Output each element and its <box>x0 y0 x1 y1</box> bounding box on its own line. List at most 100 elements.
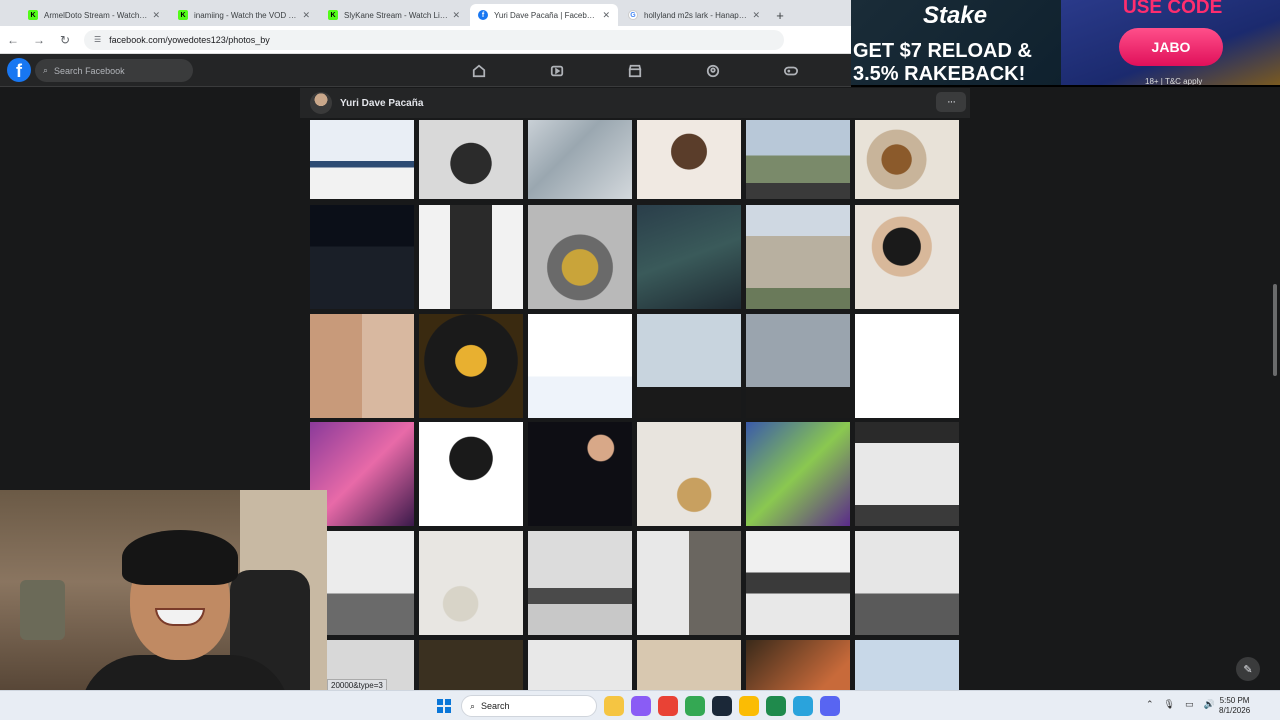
kick-icon: K <box>328 10 338 20</box>
scrollbar-thumb[interactable] <box>1273 284 1277 376</box>
photo-thumbnail[interactable] <box>528 422 632 526</box>
photo-thumbnail[interactable] <box>746 120 850 199</box>
clock-date: 8/1/2026 <box>1219 706 1251 715</box>
photo-thumbnail[interactable] <box>855 120 959 199</box>
chrome-icon[interactable] <box>685 696 705 716</box>
steam-icon[interactable] <box>712 696 732 716</box>
close-icon[interactable]: ✕ <box>152 10 160 21</box>
photo-thumbnail[interactable] <box>637 531 741 635</box>
search-placeholder: Search Facebook <box>54 65 125 76</box>
clock[interactable]: 5:50 PM 8/1/2026 <box>1219 696 1250 716</box>
network-icon[interactable]: ▭ <box>1185 699 1194 710</box>
address-bar-row: ← → ↻ ☰ facebook.com/yowedotes123/photos… <box>0 26 851 54</box>
browser-tab[interactable]: Ghollyland m2s lark - Hanapin sa ✕ <box>620 4 768 26</box>
browser-tab[interactable]: K ArmelDoto Stream - Watch Liv ✕ <box>20 4 168 26</box>
copilot-icon[interactable] <box>631 696 651 716</box>
photo-thumbnail[interactable] <box>419 531 523 635</box>
reload-icon[interactable]: ↻ <box>58 33 72 47</box>
groups-icon[interactable] <box>674 54 752 87</box>
ad-code-button[interactable]: JABO <box>1119 28 1223 66</box>
search-icon: ⌕ <box>470 700 476 711</box>
photo-thumbnail[interactable] <box>310 120 414 199</box>
site-info-icon[interactable]: ☰ <box>94 35 101 44</box>
app-icon[interactable] <box>766 696 786 716</box>
photo-thumbnail[interactable] <box>746 640 850 690</box>
taskbar-search[interactable]: ⌕ Search <box>461 695 597 717</box>
photo-thumbnail[interactable] <box>746 205 850 309</box>
close-icon[interactable]: ✕ <box>452 10 460 21</box>
ad-terms: 18+ | T&C apply <box>1145 77 1203 85</box>
photo-thumbnail[interactable] <box>528 314 632 418</box>
windows-taskbar: ⌕ Search ⌃ 🎙 ▭ 🔊 5:50 PM 8/1/2026 <box>0 690 1280 720</box>
facebook-icon: f <box>478 10 488 20</box>
avatar[interactable] <box>310 92 332 114</box>
url-text: facebook.com/yowedotes123/photos_by <box>109 34 270 45</box>
photo-thumbnail[interactable] <box>637 314 741 418</box>
photo-thumbnail[interactable] <box>528 531 632 635</box>
photo-thumbnail[interactable] <box>637 640 741 690</box>
photo-thumbnail[interactable] <box>855 205 959 309</box>
home-icon[interactable] <box>440 54 518 87</box>
photo-thumbnail[interactable] <box>310 314 414 418</box>
photo-thumbnail[interactable] <box>528 205 632 309</box>
back-icon[interactable]: ← <box>6 33 20 47</box>
photo-thumbnail[interactable] <box>419 640 523 690</box>
clock-time: 5:50 PM <box>1219 696 1250 705</box>
photo-grid <box>310 120 960 690</box>
tab-title: inamiing - Watch the VOD on K <box>194 10 299 20</box>
photo-thumbnail[interactable] <box>419 205 523 309</box>
stake-ad-banner[interactable]: Stake GET $7 RELOAD & 3.5% RAKEBACK! USE… <box>851 0 1280 85</box>
photo-thumbnail[interactable] <box>855 422 959 526</box>
browser-tab-strip: K ArmelDoto Stream - Watch Liv ✕ Kinamiing … <box>0 0 851 26</box>
chevron-up-icon[interactable]: ⌃ <box>1146 699 1154 710</box>
start-icon[interactable] <box>437 699 451 713</box>
photo-thumbnail[interactable] <box>419 422 523 526</box>
chrome-icon[interactable] <box>739 696 759 716</box>
marketplace-icon[interactable] <box>596 54 674 87</box>
facebook-logo-icon[interactable]: f <box>7 58 31 82</box>
webcam-hair <box>122 530 238 585</box>
file-explorer-icon[interactable] <box>604 696 624 716</box>
chrome-icon[interactable] <box>658 696 678 716</box>
webcam-backpack <box>20 580 65 640</box>
photo-thumbnail[interactable] <box>637 422 741 526</box>
ad-use-code-label: USE CODE <box>1123 0 1223 18</box>
gaming-icon[interactable] <box>752 54 830 87</box>
photo-thumbnail[interactable] <box>855 314 959 418</box>
microphone-icon[interactable]: 🎙 <box>1164 699 1175 710</box>
kick-icon: K <box>28 10 38 20</box>
photo-thumbnail[interactable] <box>855 640 959 690</box>
close-icon[interactable]: ✕ <box>752 10 760 21</box>
more-options-button[interactable]: ··· <box>936 92 966 112</box>
photo-thumbnail[interactable] <box>746 531 850 635</box>
photo-thumbnail[interactable] <box>310 205 414 309</box>
telegram-icon[interactable] <box>793 696 813 716</box>
forward-icon[interactable]: → <box>32 33 46 47</box>
volume-icon[interactable]: 🔊 <box>1204 699 1215 710</box>
scrollbar-track[interactable] <box>1270 87 1280 690</box>
browser-tab[interactable]: Kinamiing - Watch the VOD on K ✕ <box>170 4 318 26</box>
photo-thumbnail[interactable] <box>855 531 959 635</box>
tab-title: Yuri Dave Pacaña | Facebook <box>494 10 599 20</box>
photo-thumbnail[interactable] <box>637 205 741 309</box>
browser-tab[interactable]: f Yuri Dave Pacaña | Facebook ✕ <box>470 4 618 26</box>
photo-thumbnail[interactable] <box>637 120 741 199</box>
browser-tab[interactable]: K SlyKane Stream - Watch Live on ✕ <box>320 4 468 26</box>
close-icon[interactable]: ✕ <box>602 10 610 21</box>
search-input[interactable]: ⌕ Search Facebook <box>35 59 193 82</box>
compose-icon[interactable]: ✎ <box>1236 657 1260 681</box>
discord-icon[interactable] <box>820 696 840 716</box>
photo-thumbnail[interactable] <box>528 640 632 690</box>
facebook-header: f ⌕ Search Facebook <box>0 54 851 87</box>
photo-thumbnail[interactable] <box>528 120 632 199</box>
new-tab-button[interactable]: + <box>770 4 790 26</box>
photo-thumbnail[interactable] <box>746 314 850 418</box>
close-icon[interactable]: ✕ <box>302 10 310 21</box>
photo-thumbnail[interactable] <box>419 120 523 199</box>
taskbar-search-label: Search <box>481 701 510 711</box>
photo-thumbnail[interactable] <box>746 422 850 526</box>
photo-thumbnail[interactable] <box>419 314 523 418</box>
video-icon[interactable] <box>518 54 596 87</box>
url-field[interactable]: ☰ facebook.com/yowedotes123/photos_by <box>84 29 784 50</box>
profile-name[interactable]: Yuri Dave Pacaña <box>340 98 423 109</box>
